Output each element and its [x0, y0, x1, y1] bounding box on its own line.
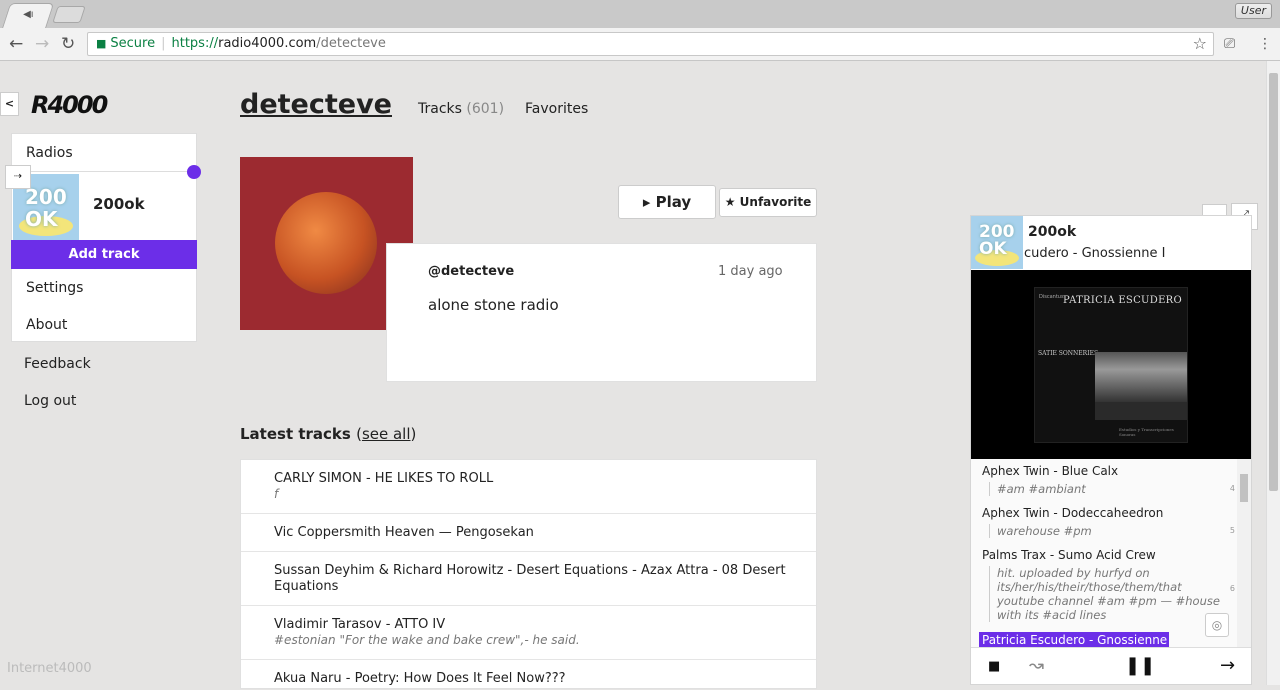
reload-icon[interactable]: ↻: [61, 35, 75, 53]
sidebar-item-settings[interactable]: Settings: [26, 280, 83, 296]
page-scrollbar[interactable]: [1266, 61, 1280, 685]
video-frame[interactable]: Discantus PATRICIA ESCUDERO SATIE SONNER…: [971, 270, 1251, 459]
sidebar-item-about[interactable]: About: [26, 317, 67, 333]
track-row[interactable]: Sussan Deyhim & Richard Horowitz - Deser…: [241, 552, 816, 606]
tracks-count: (601): [466, 101, 505, 117]
tab-favorites[interactable]: Favorites: [525, 101, 588, 117]
album-photo: [1095, 352, 1187, 402]
play-button[interactable]: ▸ Play: [618, 185, 716, 219]
queue-scrollbar-thumb[interactable]: [1240, 474, 1248, 502]
r4000-logo[interactable]: R4000: [31, 91, 108, 119]
channel-description: alone stone radio: [428, 296, 559, 314]
album-cover: Discantus PATRICIA ESCUDERO SATIE SONNER…: [1034, 287, 1188, 443]
latest-tracks-list: CARLY SIMON - HE LIKES TO ROLL f Vic Cop…: [240, 459, 817, 689]
album-label-brand: Discantus: [1039, 294, 1064, 300]
now-playing-title: cudero - Gnossienne I: [1024, 246, 1166, 261]
track-title: CARLY SIMON - HE LIKES TO ROLL: [274, 471, 494, 486]
active-queue-item[interactable]: Patricia Escudero - Gnossienne I: [979, 632, 1169, 647]
track-title: Sussan Deyhim & Richard Horowitz - Deser…: [274, 563, 786, 594]
channel-info-card: @detecteve 1 day ago alone stone radio: [386, 243, 817, 382]
album-photo-shadow: [1095, 402, 1187, 420]
track-row[interactable]: CARLY SIMON - HE LIKES TO ROLL f: [241, 460, 816, 514]
url-path: /detecteve: [316, 36, 386, 51]
queue-item-number: 5: [1229, 526, 1235, 535]
queue-item-number: 6: [1229, 584, 1235, 593]
radio-name: 200ok: [93, 195, 145, 213]
queue-item[interactable]: Aphex Twin - Blue Calx #am #ambiant 4: [982, 464, 1235, 496]
sidebar-item-feedback[interactable]: Feedback: [24, 356, 91, 372]
player-channel-name[interactable]: 200ok: [1028, 224, 1076, 240]
bookmark-star-icon[interactable]: ☆: [1193, 33, 1207, 55]
address-separator: |: [161, 36, 166, 51]
shuffle-icon[interactable]: ↝: [1029, 656, 1044, 676]
browser-navbar: ← → ↻ ■ Secure | https://radio4000.com/dete…: [0, 28, 1280, 61]
sidebar-item-radios[interactable]: Radios: [26, 145, 73, 161]
lock-icon: ■: [96, 37, 107, 50]
queue-item[interactable]: Aphex Twin - Dodeccaheedron warehouse #p…: [982, 506, 1235, 538]
url-host: radio4000.com: [218, 36, 317, 51]
tab-tracks[interactable]: Tracks (601): [418, 101, 504, 117]
address-bar[interactable]: ■ Secure | https://radio4000.com/detecteve …: [87, 32, 1214, 56]
album-subtitle: SATIE SONNERIES: [1038, 350, 1099, 357]
see-all-link[interactable]: see all: [362, 425, 411, 443]
pause-icon[interactable]: ❚❚: [1125, 656, 1155, 676]
latest-tracks-heading: Latest tracks (see all): [240, 425, 417, 443]
album-caption: Estudios y Transcripciones Sonoras: [1119, 427, 1174, 437]
player-controls: ■ ↝ ❚❚ →: [971, 647, 1251, 684]
back-icon[interactable]: ←: [9, 35, 23, 53]
locate-current-icon[interactable]: ◎: [1205, 613, 1229, 637]
track-description: #estonian "For the wake and bake crew",-…: [274, 633, 580, 647]
sidebar-collapse-button[interactable]: <: [0, 92, 19, 116]
sidebar-item-logout[interactable]: Log out: [24, 393, 76, 409]
user-profile-button[interactable]: User: [1234, 3, 1272, 19]
cover-sphere: [275, 192, 377, 294]
forward-icon[interactable]: →: [35, 35, 49, 53]
notification-dot: [187, 165, 201, 179]
album-artist: PATRICIA ESCUDERO: [1063, 295, 1183, 306]
channel-handle: @detecteve: [428, 264, 515, 279]
next-icon[interactable]: →: [1220, 656, 1235, 676]
channel-title[interactable]: detecteve: [240, 89, 392, 120]
queue-item-desc: warehouse #pm: [989, 524, 1227, 538]
queue-item-desc: hit. uploaded by hurfyd on its/her/his/t…: [989, 566, 1225, 622]
track-description: f: [274, 487, 279, 501]
queue-scrollbar[interactable]: [1237, 459, 1251, 647]
track-title: Vladimir Tarasov - ATTO IV: [274, 617, 446, 632]
queue-item-title: Palms Trax - Sumo Acid Crew: [982, 548, 1156, 562]
queue-item-title: Aphex Twin - Dodeccaheedron: [982, 506, 1164, 520]
current-radio[interactable]: 200 OK 200ok: [12, 171, 196, 241]
speaker-icon: ◀︎ı: [23, 9, 34, 20]
new-tab-button[interactable]: [52, 6, 86, 23]
page-scrollbar-thumb[interactable]: [1269, 73, 1278, 491]
footer-brand[interactable]: Internet4000: [7, 661, 92, 676]
menu-kebab-icon[interactable]: ⋮: [1258, 35, 1272, 53]
player-radio-avatar[interactable]: 200 OK: [971, 216, 1023, 269]
track-row[interactable]: Akua Naru - Poetry: How Does It Feel Now…: [241, 660, 816, 690]
track-title: Vic Coppersmith Heaven — Pengosekan: [274, 525, 534, 540]
sidebar-menu: Radios 200 OK 200ok Add track Settings Ab…: [11, 133, 197, 342]
secure-label: Secure: [110, 36, 156, 51]
url-scheme: https://: [171, 36, 219, 51]
browser-tabstrip: ◀︎ı User: [0, 0, 1280, 29]
unfavorite-button[interactable]: ★ Unfavorite: [719, 188, 817, 217]
updated-time: 1 day ago: [718, 264, 783, 279]
stop-icon[interactable]: ■: [988, 657, 1000, 677]
queue-item[interactable]: Palms Trax - Sumo Acid Crew hit. uploade…: [982, 548, 1235, 622]
move-handle-icon[interactable]: ⇢: [5, 165, 31, 189]
avatar-text: 200 OK: [979, 222, 1015, 259]
track-row[interactable]: Vic Coppersmith Heaven — Pengosekan: [241, 514, 816, 552]
cast-icon[interactable]: ⎚: [1224, 35, 1235, 53]
add-track-button[interactable]: Add track: [11, 240, 197, 269]
queue-item-title: Aphex Twin - Blue Calx: [982, 464, 1119, 478]
queue-item-desc: #am #ambiant: [989, 482, 1227, 496]
radio-player: 200 OK 200ok cudero - Gnossienne I Discan…: [970, 215, 1252, 685]
avatar-text: 200 OK: [25, 185, 67, 231]
queue-item-number: 4: [1229, 484, 1235, 493]
browser-tab[interactable]: ◀︎ı: [1, 3, 55, 29]
track-row[interactable]: Vladimir Tarasov - ATTO IV #estonian "Fo…: [241, 606, 816, 660]
